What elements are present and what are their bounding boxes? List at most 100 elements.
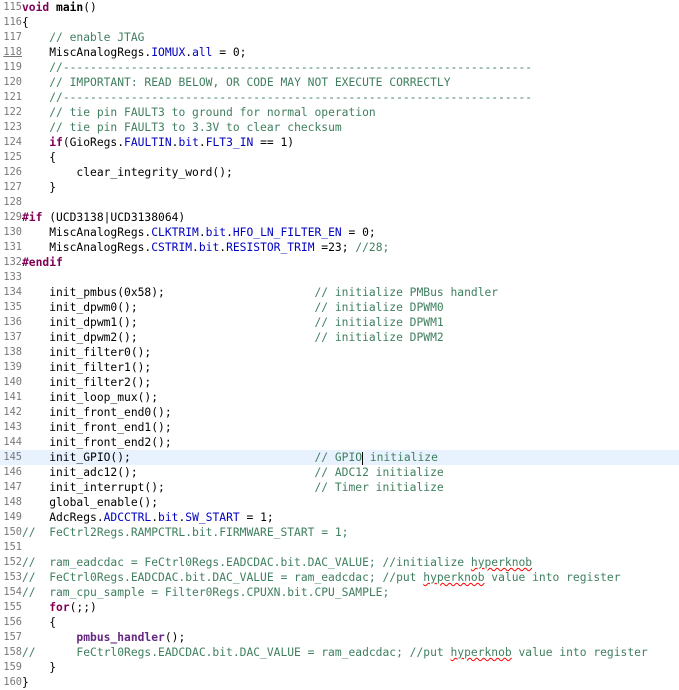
code-line[interactable]: 140 init_filter2(); — [0, 375, 679, 390]
code-token: init_dpwm2(); — [22, 331, 315, 344]
code-token: = 0; — [341, 226, 376, 239]
spelling-error-word: hyperknob — [450, 646, 512, 659]
code-token: = 1; — [239, 511, 274, 524]
code-line[interactable]: 137 init_dpwm2(); // initialize DPWM2 — [0, 330, 679, 345]
line-number: 158 — [3, 646, 22, 658]
code-token: =23; — [314, 241, 356, 254]
line-number: 150 — [3, 526, 22, 538]
code-token: } — [22, 181, 57, 194]
line-number: 149 — [3, 511, 22, 523]
code-line[interactable]: 121 //----------------------------------… — [0, 90, 679, 105]
code-line[interactable]: 118 MiscAnalogRegs.IOMUX.all = 0; — [0, 45, 679, 60]
code-line[interactable]: 145 init_GPIO(); // GPIO initialize — [0, 450, 679, 465]
code-line[interactable]: 151 — [0, 540, 679, 555]
code-token: } — [22, 661, 57, 674]
code-text: init_dpwm0(); // initialize DPWM0 — [22, 300, 444, 315]
code-text: init_loop_mux(); — [22, 390, 158, 405]
code-line[interactable]: 148 global_enable(); — [0, 495, 679, 510]
code-token: FAULTIN — [124, 136, 172, 149]
code-token: ADCCTRL — [103, 511, 152, 524]
code-token: RESISTOR_TRIM — [226, 241, 315, 254]
code-line[interactable]: 153// FeCtrl0Regs.EADCDAC.bit.DAC_VALUE … — [0, 570, 679, 585]
code-line[interactable]: 149 AdcRegs.ADCCTRL.bit.SW_START = 1; — [0, 510, 679, 525]
code-token: . — [192, 241, 199, 254]
code-line[interactable]: 130 MiscAnalogRegs.CLKTRIM.bit.HFO_LN_FI… — [0, 225, 679, 240]
code-token: init_dpwm1(); — [22, 316, 315, 329]
code-line[interactable]: 143 init_front_end1(); — [0, 420, 679, 435]
code-token: bit — [178, 136, 199, 149]
code-text: // FeCtrl0Regs.EADCDAC.bit.DAC_VALUE = r… — [22, 645, 648, 660]
line-number: 142 — [3, 406, 22, 418]
code-line[interactable]: 154// ram_cpu_sample = Filter0Regs.CPUXN… — [0, 585, 679, 600]
code-token: SW_START — [185, 511, 240, 524]
code-line[interactable]: 155 for(;;) — [0, 600, 679, 615]
code-text: init_pmbus(0x58); // initialize PMBus ha… — [22, 285, 498, 300]
line-number: 148 — [3, 496, 22, 508]
code-line[interactable]: 157 pmbus_handler(); — [0, 630, 679, 645]
code-line[interactable]: 132 #endif — [0, 255, 679, 270]
line-number: 156 — [3, 616, 22, 628]
line-number: 123 — [3, 121, 22, 133]
code-text: init_filter2(); — [22, 375, 151, 390]
code-text: //--------------------------------------… — [22, 60, 532, 75]
code-line[interactable]: 123 // tie pin FAULT3 to 3.3V to clear c… — [0, 120, 679, 135]
code-text: init_interrupt(); // Timer initialize — [22, 480, 444, 495]
code-line[interactable]: 119 //----------------------------------… — [0, 60, 679, 75]
code-line[interactable]: 139 init_filter1(); — [0, 360, 679, 375]
code-line[interactable]: 146 init_adc12(); // ADC12 initialize — [0, 465, 679, 480]
code-text: // ram_cpu_sample = Filter0Regs.CPUXN.bi… — [22, 585, 389, 600]
code-line[interactable]: 156 { — [0, 615, 679, 630]
code-editor[interactable]: 115 void main() 116{117 // enable JTAG 118 … — [0, 0, 679, 689]
code-line[interactable]: 160} — [0, 675, 679, 690]
code-line[interactable]: 131 MiscAnalogRegs.CSTRIM.bit.RESISTOR_T… — [0, 240, 679, 255]
code-line[interactable]: 128 — [0, 195, 679, 210]
code-line[interactable]: 150// FeCtrl2Regs.RAMPCTRL.bit.FIRMWARE_… — [0, 525, 679, 540]
code-token: value into register — [511, 646, 648, 659]
code-token: main — [56, 1, 84, 14]
code-line[interactable]: 120 // IMPORTANT: READ BELOW, OR CODE MA… — [0, 75, 679, 90]
code-line[interactable]: 135 init_dpwm0(); // initialize DPWM0 — [0, 300, 679, 315]
code-line[interactable]: 129 #if (UCD3138|UCD3138064) — [0, 210, 679, 225]
code-token: void — [22, 1, 50, 14]
code-token: init_loop_mux(); — [22, 391, 159, 404]
code-line[interactable]: 141 init_loop_mux(); — [0, 390, 679, 405]
code-token: // tie pin FAULT3 to ground for normal o… — [49, 106, 376, 119]
code-token: } — [22, 676, 29, 689]
code-text: for(;;) — [22, 600, 97, 615]
code-token: == 1) — [253, 136, 295, 149]
code-line[interactable]: 124 if(GioRegs.FAULTIN.bit.FLT3_IN == 1) — [0, 135, 679, 150]
code-line[interactable]: 133 — [0, 270, 679, 285]
line-number: 124 — [3, 136, 22, 148]
code-line[interactable]: 134 init_pmbus(0x58); // initialize PMBu… — [0, 285, 679, 300]
code-line[interactable]: 142 init_front_end0(); — [0, 405, 679, 420]
code-token: // enable JTAG — [49, 31, 145, 44]
line-number: 153 — [3, 571, 22, 583]
code-line[interactable]: 136 init_dpwm1(); // initialize DPWM1 — [0, 315, 679, 330]
code-text: init_front_end0(); — [22, 405, 171, 420]
code-line[interactable]: 144 init_front_end2(); — [0, 435, 679, 450]
code-line[interactable]: 158// FeCtrl0Regs.EADCDAC.bit.DAC_VALUE … — [0, 645, 679, 660]
code-line[interactable]: 116{ — [0, 15, 679, 30]
code-token: HFO_LN_FILTER_EN — [232, 226, 342, 239]
code-text: { — [22, 15, 29, 30]
code-line[interactable]: 126 clear_integrity_word(); — [0, 165, 679, 180]
code-text: { — [22, 150, 56, 165]
code-line[interactable]: 115 void main() — [0, 0, 679, 15]
code-token: (UCD3138|UCD3138064) — [42, 211, 186, 224]
code-token: . — [198, 136, 206, 149]
code-line[interactable]: 159 } — [0, 660, 679, 675]
code-token: init_front_end1(); — [22, 421, 172, 434]
code-line[interactable]: 117 // enable JTAG — [0, 30, 679, 45]
code-line[interactable]: 125 { — [0, 150, 679, 165]
code-line[interactable]: 152// ram_eadcdac = FeCtrl0Regs.EADCDAC.… — [0, 555, 679, 570]
code-line[interactable]: 147 init_interrupt(); // Timer initializ… — [0, 480, 679, 495]
line-number: 140 — [3, 376, 22, 388]
code-line[interactable]: 127 } — [0, 180, 679, 195]
code-line[interactable]: 138 init_filter0(); — [0, 345, 679, 360]
code-text: if(GioRegs.FAULTIN.bit.FLT3_IN == 1) — [22, 135, 294, 150]
code-token: // ADC12 initialize — [314, 466, 444, 479]
code-line[interactable]: 122 // tie pin FAULT3 to ground for norm… — [0, 105, 679, 120]
code-token: init_dpwm0(); — [22, 301, 315, 314]
